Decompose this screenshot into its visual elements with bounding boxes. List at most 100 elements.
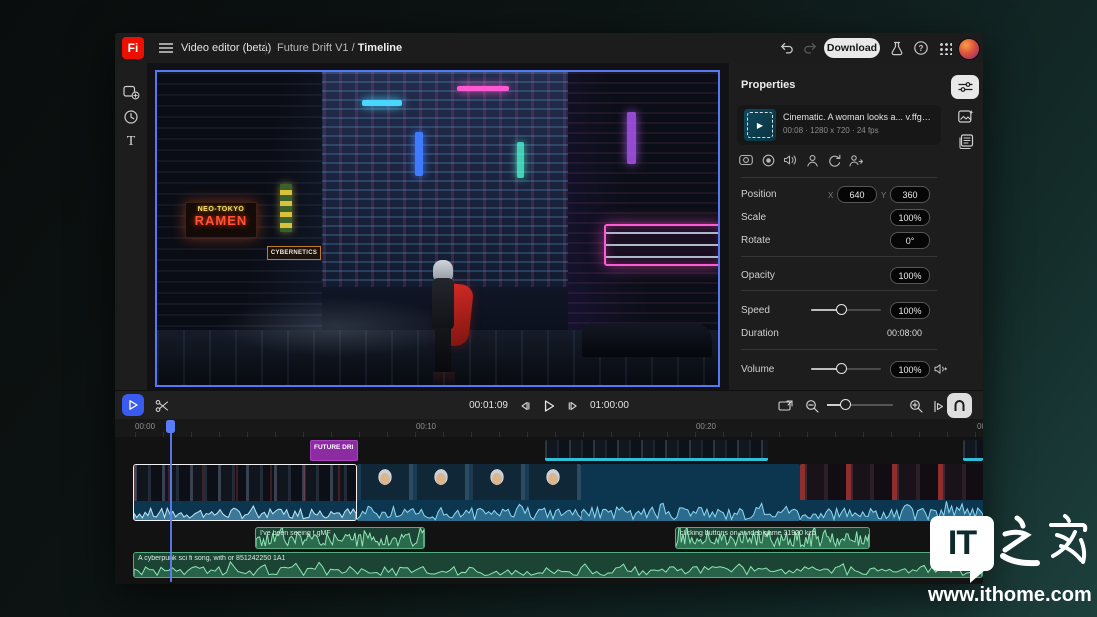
- title-clip[interactable]: FUTURE DRI: [310, 440, 358, 461]
- neon-sign-cybernetics: CYBERNETICS: [267, 246, 321, 260]
- properties-panel: Properties ▶ Cinematic. A woman looks a.…: [728, 63, 949, 390]
- add-media-icon[interactable]: [122, 83, 140, 101]
- overlay-video-clip[interactable]: [545, 440, 768, 461]
- scale-field[interactable]: 100%: [890, 209, 930, 226]
- clip-action-row: [739, 153, 863, 167]
- play-icon: ▶: [757, 121, 763, 130]
- opacity-label: Opacity: [741, 270, 775, 281]
- export-character-icon[interactable]: [849, 153, 863, 167]
- redo-icon[interactable]: [801, 39, 819, 57]
- app-title: Video editor (beta): [181, 42, 271, 54]
- breadcrumb-project[interactable]: Future Drift V1: [277, 42, 349, 54]
- play-icon[interactable]: [542, 399, 556, 413]
- fit-timeline-icon[interactable]: [776, 397, 794, 415]
- timeline-ruler[interactable]: 00:00 00:10 00:20 00:30: [115, 419, 983, 438]
- select-tool-icon[interactable]: [122, 394, 144, 416]
- firefly-logo[interactable]: Fi: [122, 37, 144, 59]
- volume-label: Volume: [741, 364, 774, 375]
- magnet-icon[interactable]: [947, 393, 972, 418]
- music-clip[interactable]: A cyberpunk sci fi song, with or 8512422…: [133, 552, 983, 578]
- beaker-icon[interactable]: [888, 39, 906, 57]
- ithome-logo: IT: [930, 516, 994, 571]
- ruler-tick: 00:00: [135, 422, 155, 431]
- regenerate-icon[interactable]: [827, 153, 841, 167]
- video-clip-3[interactable]: [581, 464, 800, 521]
- duration-label: Duration: [741, 328, 779, 339]
- ruler-tick: 00:30: [977, 422, 983, 431]
- duration-value: 00:08:00: [887, 328, 922, 338]
- speed-label: Speed: [741, 305, 770, 316]
- volume-field[interactable]: 100%: [890, 361, 930, 378]
- panel-title: Properties: [741, 79, 795, 91]
- video-preview[interactable]: NEO-TOKYO RAMEN CYBERNETICS: [155, 70, 720, 387]
- overlay-video-clip[interactable]: [963, 440, 983, 461]
- video-clip-1[interactable]: [133, 464, 357, 521]
- camera-icon[interactable]: [739, 153, 753, 167]
- divider: [265, 41, 266, 55]
- ruler-tick: 00:20: [696, 422, 716, 431]
- speed-slider[interactable]: [811, 304, 881, 316]
- app-window: Fi Video editor (beta) Future Drift V1 /…: [115, 33, 983, 584]
- avatar[interactable]: [958, 38, 980, 60]
- download-button[interactable]: Download: [824, 38, 880, 58]
- position-y-field[interactable]: 360: [890, 186, 930, 203]
- video-scene: NEO-TOKYO RAMEN CYBERNETICS: [157, 72, 718, 385]
- clip-card[interactable]: ▶ Cinematic. A woman looks a... v.ffgenv…: [737, 105, 941, 145]
- text-tool-icon[interactable]: T: [122, 133, 140, 151]
- topbar: Fi Video editor (beta) Future Drift V1 /…: [115, 33, 983, 64]
- clip-meta: 00:08 · 1280 x 720 · 24 fps: [783, 126, 879, 135]
- caped-figure: [415, 260, 475, 376]
- playhead-line: [170, 432, 172, 582]
- video-clip-2[interactable]: [357, 464, 581, 521]
- position-x-field[interactable]: 640: [837, 186, 877, 203]
- breadcrumb-page: Timeline: [358, 42, 402, 54]
- speaker-icon[interactable]: [933, 362, 947, 376]
- speed-field[interactable]: 100%: [890, 302, 930, 319]
- ruler-tick: 00:10: [416, 422, 436, 431]
- help-icon[interactable]: ?: [912, 39, 930, 57]
- neon-sign-vertical: [280, 184, 292, 232]
- rotate-field[interactable]: 0°: [890, 232, 930, 249]
- apps-grid-icon[interactable]: [936, 39, 954, 57]
- timeline-toolbar: 00:01:09 01:00:00: [115, 390, 983, 420]
- right-toolbar: [948, 63, 983, 390]
- zoom-out-icon[interactable]: [803, 397, 821, 415]
- ithome-url: www.ithome.com: [928, 584, 1088, 607]
- breadcrumb[interactable]: Future Drift V1 / Timeline: [277, 42, 402, 54]
- prev-frame-icon[interactable]: [519, 400, 531, 412]
- svg-text:?: ?: [919, 44, 924, 53]
- scissors-icon[interactable]: [153, 397, 171, 415]
- desktop-background: Fi Video editor (beta) Future Drift V1 /…: [0, 0, 1097, 617]
- zoom-slider[interactable]: [827, 404, 893, 406]
- clip-thumbnail: ▶: [744, 109, 776, 141]
- ithome-logo-cjk-text: 之家: [0, 0, 1, 1]
- neon-sign-ramen: NEO-TOKYO RAMEN: [185, 202, 257, 238]
- preview-area: NEO-TOKYO RAMEN CYBERNETICS: [147, 63, 728, 390]
- y-label: Y: [881, 191, 886, 200]
- left-toolbar: T: [115, 63, 147, 390]
- undo-icon[interactable]: [777, 39, 795, 57]
- city-backdrop: [307, 72, 597, 287]
- position-label: Position: [741, 189, 777, 200]
- playhead-handle[interactable]: [166, 420, 175, 433]
- notes-icon[interactable]: [957, 132, 975, 150]
- x-label: X: [828, 191, 833, 200]
- sfx-clip-1[interactable]: I've been seeing t gMF: [255, 527, 425, 549]
- properties-sliders-icon[interactable]: [951, 75, 979, 99]
- character-icon[interactable]: [805, 153, 819, 167]
- opacity-field[interactable]: 100%: [890, 267, 930, 284]
- hamburger-icon[interactable]: [157, 39, 175, 57]
- audio-out-icon[interactable]: [783, 153, 797, 167]
- next-frame-icon[interactable]: [567, 400, 579, 412]
- history-icon[interactable]: [122, 108, 140, 126]
- split-clip-icon[interactable]: [929, 397, 947, 415]
- video-clip-4[interactable]: [800, 464, 983, 521]
- zoom-in-icon[interactable]: [907, 397, 925, 415]
- volume-slider[interactable]: [811, 363, 881, 375]
- neon-sign-pink: [604, 224, 720, 266]
- sfx-clip-2[interactable]: clicking buttons on a video game 31920 k…: [675, 527, 870, 549]
- mask-icon[interactable]: [761, 153, 775, 167]
- generate-image-icon[interactable]: [957, 107, 975, 125]
- total-time: 01:00:00: [590, 400, 629, 411]
- current-time: 00:01:09: [469, 400, 508, 411]
